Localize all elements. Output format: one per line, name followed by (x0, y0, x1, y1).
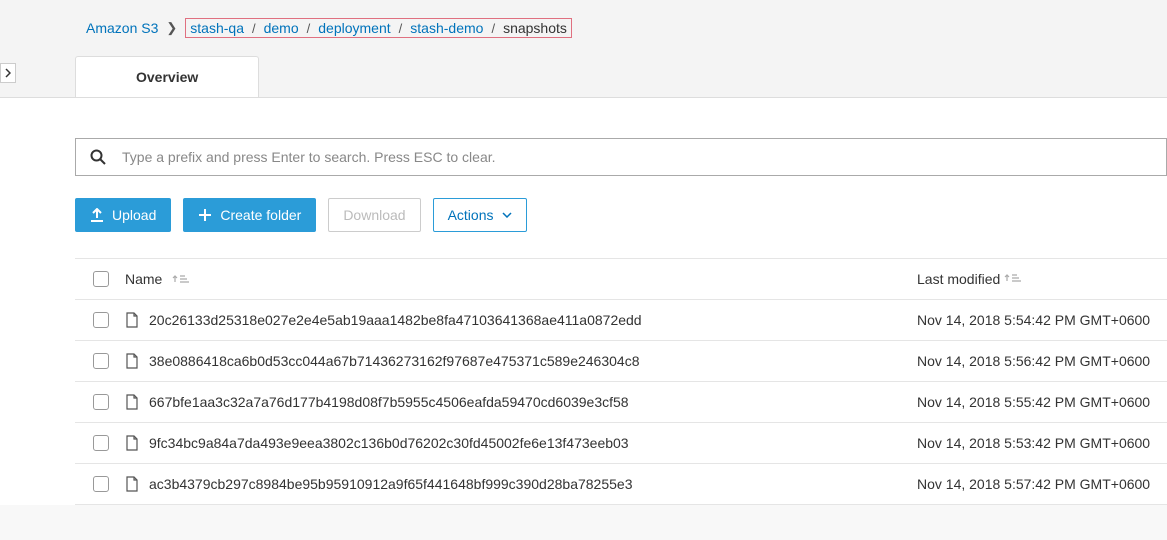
breadcrumb-link[interactable]: stash-qa (190, 20, 244, 36)
breadcrumb-root[interactable]: Amazon S3 (86, 20, 158, 36)
upload-icon (90, 208, 104, 222)
object-name-cell: 9fc34bc9a84a7da493e9eea3802c136b0d76202c… (125, 435, 901, 451)
file-icon (125, 435, 139, 451)
table-row[interactable]: 9fc34bc9a84a7da493e9eea3802c136b0d76202c… (75, 423, 1167, 464)
object-name[interactable]: 20c26133d25318e027e2e4e5ab19aaa1482be8fa… (149, 312, 642, 328)
download-button: Download (328, 198, 420, 232)
row-checkbox[interactable] (93, 353, 109, 369)
download-label: Download (343, 207, 405, 223)
chevron-right-icon (5, 68, 11, 78)
table-row[interactable]: 667bfe1aa3c32a7a76d177b4198d08f7b5955c45… (75, 382, 1167, 423)
plus-icon (198, 208, 212, 222)
sort-icon (1004, 272, 1022, 284)
table-row[interactable]: 20c26133d25318e027e2e4e5ab19aaa1482be8fa… (75, 300, 1167, 341)
breadcrumb-highlight: stash-qa / demo / deployment / stash-dem… (185, 18, 572, 38)
object-name-cell: ac3b4379cb297c8984be95b95910912a9f65f441… (125, 476, 901, 492)
create-folder-button[interactable]: Create folder (183, 198, 316, 232)
toolbar: Upload Create folder Download Actions (75, 198, 1167, 232)
object-modified-cell: Nov 14, 2018 5:55:42 PM GMT+0600 (917, 394, 1167, 410)
object-modified-cell: Nov 14, 2018 5:56:42 PM GMT+0600 (917, 353, 1167, 369)
object-name[interactable]: ac3b4379cb297c8984be95b95910912a9f65f441… (149, 476, 632, 492)
upload-label: Upload (112, 207, 156, 223)
file-icon (125, 353, 139, 369)
actions-button[interactable]: Actions (433, 198, 527, 232)
object-modified-cell: Nov 14, 2018 5:54:42 PM GMT+0600 (917, 312, 1167, 328)
column-header-modified[interactable]: Last modified (917, 271, 1167, 287)
row-checkbox[interactable] (93, 394, 109, 410)
object-name[interactable]: 667bfe1aa3c32a7a76d177b4198d08f7b5955c45… (149, 394, 629, 410)
row-checkbox[interactable] (93, 435, 109, 451)
file-icon (125, 476, 139, 492)
column-header-name[interactable]: Name (125, 271, 901, 287)
tab-overview[interactable]: Overview (75, 56, 259, 97)
table-row[interactable]: 38e0886418ca6b0d53cc044a67b71436273162f9… (75, 341, 1167, 382)
breadcrumb-current: snapshots (503, 20, 567, 36)
table-row[interactable]: ac3b4379cb297c8984be95b95910912a9f65f441… (75, 464, 1167, 505)
select-all-checkbox[interactable] (93, 271, 109, 287)
upload-button[interactable]: Upload (75, 198, 171, 232)
chevron-down-icon (502, 212, 512, 218)
object-name[interactable]: 38e0886418ca6b0d53cc044a67b71436273162f9… (149, 353, 640, 369)
object-modified-cell: Nov 14, 2018 5:57:42 PM GMT+0600 (917, 476, 1167, 492)
search-input[interactable] (122, 149, 1152, 165)
actions-label: Actions (448, 207, 494, 223)
object-modified-cell: Nov 14, 2018 5:53:42 PM GMT+0600 (917, 435, 1167, 451)
breadcrumb-link[interactable]: deployment (318, 20, 390, 36)
object-name-cell: 667bfe1aa3c32a7a76d177b4198d08f7b5955c45… (125, 394, 901, 410)
objects-table: Name Last modified 20c26133d25318e027e2e… (75, 258, 1167, 505)
object-name-cell: 20c26133d25318e027e2e4e5ab19aaa1482be8fa… (125, 312, 901, 328)
sort-icon (172, 273, 190, 285)
search-icon (90, 149, 106, 165)
object-name[interactable]: 9fc34bc9a84a7da493e9eea3802c136b0d76202c… (149, 435, 629, 451)
sidebar-expand-button[interactable] (0, 63, 16, 83)
object-name-cell: 38e0886418ca6b0d53cc044a67b71436273162f9… (125, 353, 901, 369)
chevron-right-icon: ❯ (166, 20, 177, 36)
row-checkbox[interactable] (93, 312, 109, 328)
create-folder-label: Create folder (220, 207, 301, 223)
table-header-row: Name Last modified (75, 259, 1167, 300)
search-bar (75, 138, 1167, 176)
breadcrumb-link[interactable]: stash-demo (410, 20, 483, 36)
breadcrumb-link[interactable]: demo (264, 20, 299, 36)
breadcrumb: Amazon S3 ❯ stash-qa / demo / deployment… (0, 18, 1167, 56)
row-checkbox[interactable] (93, 476, 109, 492)
file-icon (125, 312, 139, 328)
file-icon (125, 394, 139, 410)
